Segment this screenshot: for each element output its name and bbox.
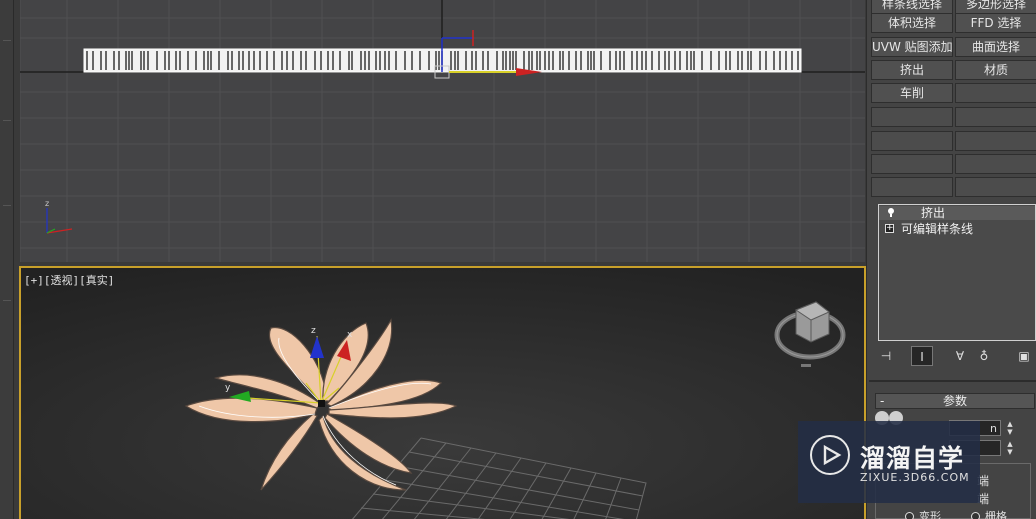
modifier-button-empty[interactable] bbox=[955, 131, 1036, 151]
rollout-title: 参数 bbox=[942, 394, 967, 408]
morph-radio[interactable] bbox=[905, 512, 914, 519]
remove-modifier-icon[interactable]: ♁ bbox=[973, 346, 995, 366]
modifier-button-empty[interactable] bbox=[871, 154, 953, 174]
modifier-button-empty[interactable] bbox=[955, 154, 1036, 174]
watermark: 溜溜自学 ZIXUE.3D66.COM bbox=[798, 421, 980, 503]
amount-suffix: n bbox=[990, 422, 997, 435]
perspective-viewport[interactable]: z x y [+][透视][真实] bbox=[19, 266, 866, 519]
modifier-button-empty[interactable] bbox=[955, 177, 1036, 197]
gizmo-label-x: x bbox=[347, 330, 353, 340]
modifier-button-empty[interactable] bbox=[955, 83, 1036, 103]
stack-item-extrude[interactable]: 挤出 bbox=[879, 206, 1035, 220]
segments-spinner[interactable]: ▲ ▼ bbox=[1005, 440, 1015, 456]
stack-item-label: 挤出 bbox=[921, 206, 946, 220]
show-end-result-icon[interactable]: Ⅰ bbox=[911, 346, 933, 366]
amount-spinner[interactable]: ▲ ▼ bbox=[1005, 420, 1015, 436]
lightbulb-icon[interactable] bbox=[887, 207, 895, 217]
modifier-button-empty[interactable] bbox=[871, 177, 953, 197]
grid-radio[interactable] bbox=[971, 512, 980, 519]
divider bbox=[869, 380, 1036, 382]
svg-text:z: z bbox=[45, 199, 49, 208]
viewport-menu-plus[interactable]: [+] bbox=[24, 274, 44, 287]
configure-modifier-sets-icon[interactable]: ▣ bbox=[1013, 346, 1035, 366]
collapse-minus-icon[interactable]: - bbox=[880, 394, 884, 408]
modifier-button-vol-select[interactable]: 体积选择 bbox=[871, 13, 953, 33]
morph-label: 变形 bbox=[919, 510, 941, 519]
modifier-button-empty[interactable] bbox=[871, 107, 953, 127]
pin-stack-icon[interactable]: ⊣ bbox=[875, 346, 897, 366]
perspective-viewport-canvas: z x y bbox=[21, 268, 864, 519]
expand-plus-icon[interactable]: + bbox=[885, 224, 894, 233]
modifier-button-material[interactable]: 材质 bbox=[955, 60, 1036, 80]
left-toolbar-strip bbox=[0, 0, 14, 519]
viewport-shading-menu[interactable]: [真实] bbox=[79, 274, 114, 287]
modifier-button-lathe[interactable]: 车削 bbox=[871, 83, 953, 103]
viewport-label[interactable]: [+][透视][真实] bbox=[24, 272, 114, 288]
modifier-button-spline-select[interactable]: 样条线选择 bbox=[871, 0, 953, 14]
viewport-view-menu[interactable]: [透视] bbox=[44, 274, 79, 287]
grid-label: 栅格 bbox=[985, 510, 1007, 519]
parameters-rollout-header[interactable]: - 参数 bbox=[875, 393, 1035, 409]
modifier-stack-list[interactable]: 挤出 + 可编辑样条线 bbox=[878, 204, 1036, 341]
stack-item-label: 可编辑样条线 bbox=[901, 222, 974, 236]
modifier-button-surface-select[interactable]: 曲面选择 bbox=[955, 37, 1036, 57]
make-unique-icon[interactable]: ∀ bbox=[949, 346, 971, 366]
watermark-title: 溜溜自学 bbox=[860, 444, 965, 473]
modifier-button-poly-select[interactable]: 多边形选择 bbox=[955, 0, 1036, 14]
modifier-button-uvw-map-add[interactable]: UVW 贴图添加 bbox=[871, 37, 953, 57]
stack-toolbar: ⊣ Ⅰ ∀ ♁ ▣ bbox=[873, 346, 1036, 368]
watermark-subtitle: ZIXUE.3D66.COM bbox=[860, 471, 970, 484]
3dsmax-window: z z x y [+][透视][真实] 样条线选择 多边形选择 体积选择 FFD… bbox=[0, 0, 1036, 519]
modifier-button-extrude[interactable]: 挤出 bbox=[871, 60, 953, 80]
top-viewport-canvas: z bbox=[20, 0, 865, 262]
top-viewport[interactable]: z bbox=[20, 0, 865, 262]
modifier-button-empty[interactable] bbox=[955, 107, 1036, 127]
stack-item-editable-spline[interactable]: + 可编辑样条线 bbox=[879, 222, 1035, 236]
gizmo-label-z: z bbox=[311, 326, 316, 336]
modifier-button-ffd-select[interactable]: FFD 选择 bbox=[955, 13, 1036, 33]
modifier-button-empty[interactable] bbox=[871, 131, 953, 151]
watermark-logo-icon bbox=[810, 435, 850, 475]
gizmo-label-y: y bbox=[225, 383, 231, 393]
